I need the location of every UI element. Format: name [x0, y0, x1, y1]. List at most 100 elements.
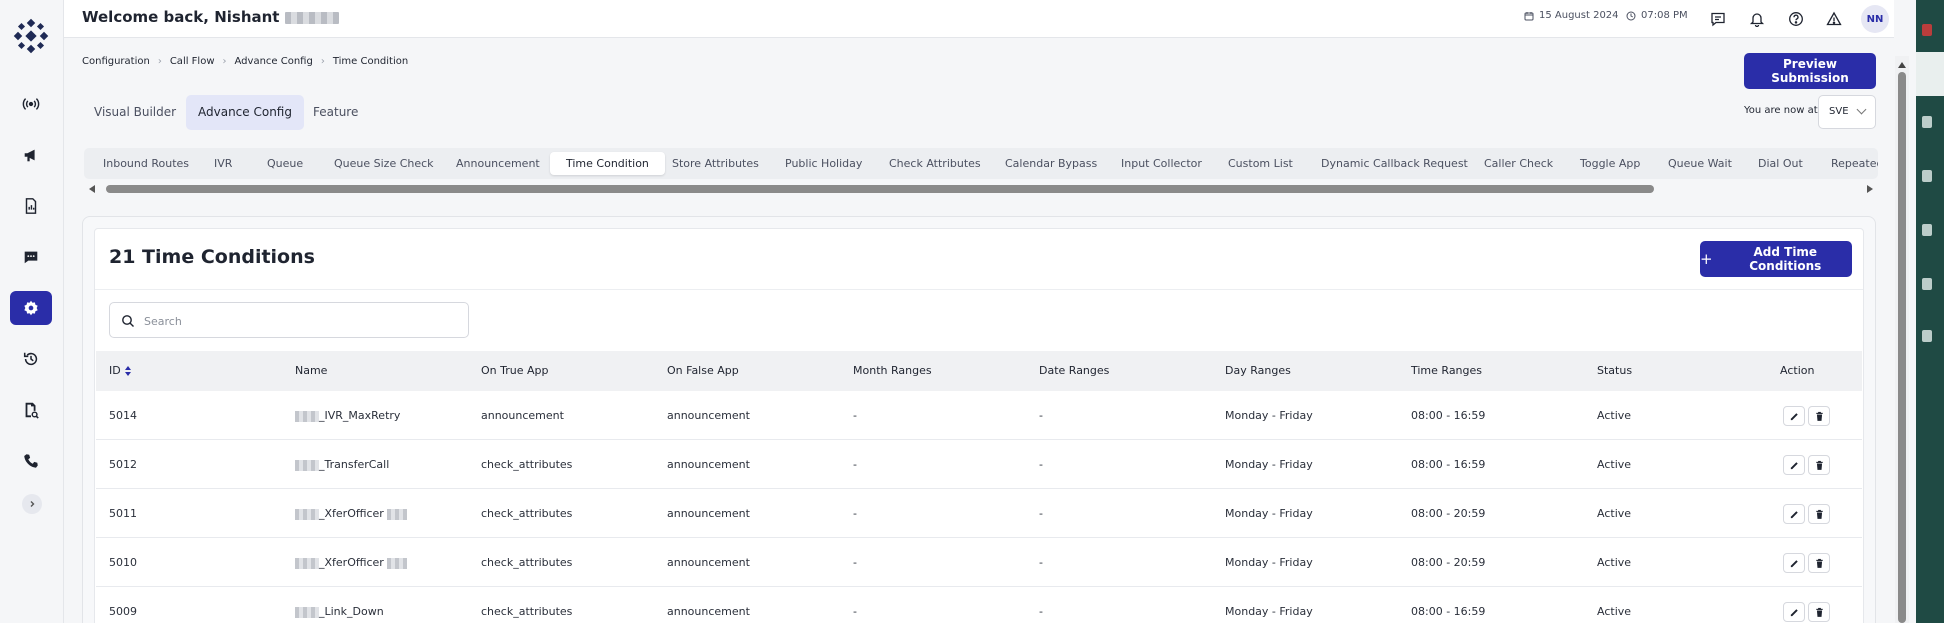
chevron-right-icon: ›	[320, 56, 325, 67]
rail-item-broadcast[interactable]	[10, 87, 52, 121]
column-header-action: Action	[1780, 364, 1815, 377]
scroll-up-icon[interactable]	[1898, 62, 1906, 68]
scrollbar-thumb[interactable]	[106, 185, 1654, 193]
page-scrollbar[interactable]	[1895, 56, 1909, 623]
breadcrumb-call-flow[interactable]: Call Flow	[170, 56, 215, 67]
app-tab-dial-out[interactable]: Dial Out	[1758, 152, 1803, 175]
app-tab-custom-list[interactable]: Custom List	[1228, 152, 1293, 175]
search-input[interactable]	[144, 311, 454, 331]
scroll-left-icon[interactable]	[89, 185, 95, 193]
cell-name: _XferOfficer	[295, 538, 407, 587]
sort-icon[interactable]	[124, 366, 132, 376]
edit-button[interactable]	[1783, 504, 1805, 524]
rail-item-settings[interactable]	[10, 291, 52, 325]
cell-id: 5009	[109, 605, 137, 618]
app-tab-store-attributes[interactable]: Store Attributes	[672, 152, 759, 175]
side-panel-tab[interactable]	[1916, 52, 1944, 96]
column-header-id-label: ID	[109, 364, 121, 377]
scroll-right-icon[interactable]	[1867, 185, 1873, 193]
table-row: 5014 _IVR_MaxRetry announcement announcemen…	[96, 391, 1862, 440]
rail-item-chat[interactable]	[10, 240, 52, 274]
panel-title: 21 Time Conditions	[109, 246, 315, 268]
app-tab-caller-check[interactable]: Caller Check	[1484, 152, 1553, 175]
rail-item-history[interactable]	[10, 342, 52, 376]
app-tab-time-condition[interactable]: Time Condition	[550, 152, 665, 175]
app-tabs-scrollbar[interactable]	[84, 182, 1878, 196]
messages-button[interactable]	[1706, 7, 1730, 31]
delete-button[interactable]	[1808, 553, 1830, 573]
tab-feature[interactable]: Feature	[301, 95, 370, 130]
edit-button[interactable]	[1783, 553, 1805, 573]
column-header-time-ranges: Time Ranges	[1411, 364, 1483, 377]
location-select[interactable]: SVE	[1818, 95, 1876, 129]
scrollbar-thumb[interactable]	[1898, 72, 1906, 623]
breadcrumb: Configuration › Call Flow › Advance Conf…	[82, 56, 408, 67]
app-tab-queue[interactable]: Queue	[267, 152, 303, 175]
trash-icon	[1815, 558, 1823, 568]
delete-button[interactable]	[1808, 504, 1830, 524]
edge-icon	[1922, 116, 1932, 128]
redacted-prefix	[295, 410, 319, 422]
notifications-button[interactable]	[1745, 7, 1769, 31]
app-tab-queue-wait[interactable]: Queue Wait	[1668, 152, 1732, 175]
edge-icon	[1922, 24, 1932, 36]
help-icon	[1789, 12, 1803, 26]
redacted-prefix	[295, 606, 319, 618]
delete-button[interactable]	[1808, 455, 1830, 475]
table-row: 5009 _Link_Down check_attributes announceme…	[96, 587, 1862, 623]
redacted-prefix	[295, 557, 319, 569]
tab-visual-builder[interactable]: Visual Builder	[82, 95, 188, 130]
edge-icon	[1922, 224, 1932, 236]
app-tab-repeated[interactable]: Repeated	[1831, 152, 1878, 175]
breadcrumb-advance-config[interactable]: Advance Config	[235, 56, 313, 67]
column-header-day-ranges: Day Ranges	[1225, 364, 1291, 377]
sidebar-expand-button[interactable]	[22, 494, 42, 514]
edit-button[interactable]	[1783, 602, 1805, 622]
help-button[interactable]	[1784, 7, 1808, 31]
cell-status: Active	[1597, 458, 1632, 471]
name-text: _XferOfficer	[319, 556, 384, 569]
delete-button[interactable]	[1808, 602, 1830, 622]
column-header-status: Status	[1597, 364, 1633, 377]
breadcrumb-configuration[interactable]: Configuration	[82, 56, 150, 67]
column-header-name: Name	[295, 364, 328, 377]
cell-on-true-app: announcement	[481, 409, 564, 422]
chevron-right-icon	[30, 501, 35, 507]
cell-id: 5010	[109, 556, 137, 569]
app-tab-ivr[interactable]: IVR	[214, 152, 232, 175]
app-tab-check-attributes[interactable]: Check Attributes	[889, 152, 981, 175]
cell-month-ranges: -	[853, 556, 857, 569]
alerts-button[interactable]	[1822, 7, 1846, 31]
app-tab-inbound-routes[interactable]: Inbound Routes	[103, 152, 189, 175]
cell-on-false-app: announcement	[667, 409, 750, 422]
table-row: 5010 _XferOfficer check_attributes announce…	[96, 538, 1862, 587]
tab-advance-config[interactable]: Advance Config	[186, 95, 304, 130]
preview-submission-button[interactable]: Preview Submission	[1744, 53, 1876, 89]
edit-button[interactable]	[1783, 406, 1805, 426]
app-tab-dynamic-callback-request[interactable]: Dynamic Callback Request	[1321, 152, 1468, 175]
app-tab-queue-size-check[interactable]: Queue Size Check	[334, 152, 434, 175]
cell-name: _XferOfficer	[295, 489, 407, 538]
cell-date-ranges: -	[1039, 409, 1043, 422]
rail-item-logs[interactable]	[10, 393, 52, 427]
calendar-icon	[1524, 11, 1534, 20]
app-tab-input-collector[interactable]: Input Collector	[1121, 152, 1202, 175]
rail-item-reports[interactable]	[10, 189, 52, 223]
cell-on-false-app: announcement	[667, 458, 750, 471]
cell-name: _Link_Down	[295, 587, 384, 623]
delete-button[interactable]	[1808, 406, 1830, 426]
trash-icon	[1815, 460, 1823, 470]
rail-item-phone[interactable]	[10, 444, 52, 478]
table-row: 5012 _TransferCall check_attributes announc…	[96, 440, 1862, 489]
rail-item-announcements[interactable]	[10, 138, 52, 172]
edit-button[interactable]	[1783, 455, 1805, 475]
app-tab-public-holiday[interactable]: Public Holiday	[785, 152, 862, 175]
name-text: _XferOfficer	[319, 507, 384, 520]
app-tab-toggle-app[interactable]: Toggle App	[1580, 152, 1640, 175]
app-tab-calendar-bypass[interactable]: Calendar Bypass	[1005, 152, 1097, 175]
column-header-id[interactable]: ID	[109, 351, 132, 391]
brand-logo-icon	[13, 18, 49, 54]
add-time-conditions-button[interactable]: + Add Time Conditions	[1700, 241, 1852, 277]
avatar[interactable]: NN	[1861, 5, 1889, 33]
app-tab-announcement[interactable]: Announcement	[456, 152, 540, 175]
